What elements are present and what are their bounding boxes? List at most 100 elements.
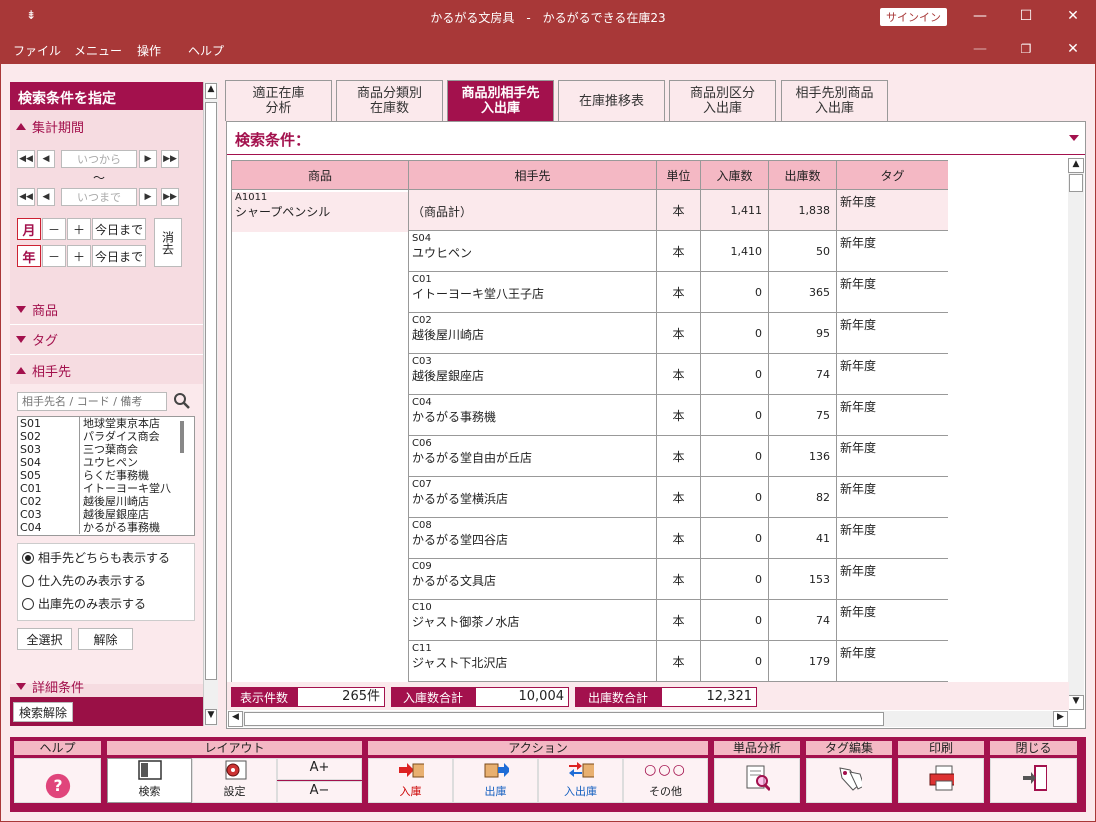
partner-list-item[interactable]: C02 越後屋川崎店 xyxy=(18,495,194,508)
search-clear-button[interactable]: 検索解除 xyxy=(13,702,73,722)
scroll-thumb[interactable] xyxy=(205,102,217,680)
to-first-button[interactable]: ◀◀ xyxy=(17,188,35,206)
scroll-up-icon[interactable]: ▲ xyxy=(1068,158,1084,173)
deselect-button[interactable]: 解除 xyxy=(78,628,133,650)
from-date-input[interactable]: いつから xyxy=(61,150,137,168)
product-section[interactable]: 商品 xyxy=(10,296,203,322)
help-button[interactable]: ? xyxy=(14,758,101,803)
col-header-partner[interactable]: 相手先 xyxy=(408,160,657,190)
menu-file[interactable]: ファイル xyxy=(13,42,61,59)
to-date-input[interactable]: いつまで xyxy=(61,188,137,206)
month-plus-button[interactable]: ＋ xyxy=(67,218,91,240)
radio-both[interactable]: 相手先どちらも表示する xyxy=(22,549,170,566)
stock-in-button[interactable]: 入庫 xyxy=(368,758,453,803)
grid-hscrollbar[interactable]: ◀ ▶ xyxy=(228,711,1068,727)
search-icon[interactable] xyxy=(173,392,191,414)
inner-restore-icon[interactable]: ❐ xyxy=(1003,34,1049,64)
dropdown-icon[interactable] xyxy=(1069,135,1079,141)
col-header-product[interactable]: 商品 xyxy=(231,160,409,190)
period-section[interactable]: 集計期間 xyxy=(10,113,203,139)
scroll-thumb[interactable] xyxy=(244,712,884,726)
tab-stock-trend[interactable]: 在庫推移表 xyxy=(558,80,665,121)
radio-customer-only[interactable]: 出庫先のみ表示する xyxy=(22,595,146,612)
partner-cell[interactable]: （商品計） xyxy=(408,189,657,231)
from-first-button[interactable]: ◀◀ xyxy=(17,150,35,168)
partner-cell[interactable]: C01 イトーヨーキ堂八王子店 xyxy=(408,271,657,313)
tab-product-partner[interactable]: 商品別相手先 入出庫 xyxy=(447,80,554,121)
product-cell[interactable]: A1011 シャープペンシル xyxy=(231,189,409,682)
inner-close-icon[interactable]: ✕ xyxy=(1050,34,1096,64)
to-prev-button[interactable]: ◀ xyxy=(37,188,55,206)
month-minus-button[interactable]: － xyxy=(42,218,66,240)
from-next-button[interactable]: ▶ xyxy=(139,150,157,168)
tag-section[interactable]: タグ xyxy=(10,326,203,352)
scroll-down-icon[interactable]: ▼ xyxy=(1068,695,1084,710)
left-scrollbar[interactable]: ▲ ▼ xyxy=(203,82,218,726)
close-button[interactable] xyxy=(990,758,1077,803)
font-size-up-button[interactable]: A+ xyxy=(277,758,362,780)
detail-section[interactable]: 詳細条件 xyxy=(10,675,203,697)
partner-list-item[interactable]: S04 ユウヒペン xyxy=(18,456,194,469)
partner-cell[interactable]: C09 かるがる文具店 xyxy=(408,558,657,600)
partner-section[interactable]: 相手先 xyxy=(10,357,203,383)
from-prev-button[interactable]: ◀ xyxy=(37,150,55,168)
partner-cell[interactable]: C02 越後屋川崎店 xyxy=(408,312,657,354)
scroll-up-icon[interactable]: ▲ xyxy=(205,83,217,99)
partner-cell[interactable]: C03 越後屋銀座店 xyxy=(408,353,657,395)
partner-cell[interactable]: C10 ジャスト御茶ノ水店 xyxy=(408,599,657,641)
partner-cell[interactable]: C11 ジャスト下北沢店 xyxy=(408,640,657,682)
print-button[interactable] xyxy=(898,758,984,803)
partner-list-item[interactable]: C03 越後屋銀座店 xyxy=(18,508,194,521)
menu-operation[interactable]: 操作 xyxy=(137,42,161,59)
minimize-icon[interactable]: — xyxy=(957,0,1003,32)
radio-supplier-only[interactable]: 仕入先のみ表示する xyxy=(22,572,146,589)
partner-cell[interactable]: C07 かるがる堂横浜店 xyxy=(408,476,657,518)
partner-list-item[interactable]: C01 イトーヨーキ堂八 xyxy=(18,482,194,495)
partner-list-item[interactable]: C04 かるがる事務機 xyxy=(18,521,194,534)
col-header-tag[interactable]: タグ xyxy=(836,160,948,190)
inner-minimize-icon[interactable]: — xyxy=(957,34,1003,64)
month-until-today-button[interactable]: 今日まで xyxy=(92,218,146,240)
menu-help[interactable]: ヘルプ xyxy=(188,42,224,59)
item-analysis-button[interactable] xyxy=(714,758,800,803)
year-until-today-button[interactable]: 今日まで xyxy=(92,245,146,267)
partner-list-item[interactable]: S02 パラダイス商会 xyxy=(18,430,194,443)
signin-button[interactable]: サインイン xyxy=(880,8,947,26)
settings-button[interactable]: 設定 xyxy=(192,758,277,803)
partner-cell[interactable]: C06 かるがる堂自由が丘店 xyxy=(408,435,657,477)
maximize-icon[interactable]: ☐ xyxy=(1003,0,1049,32)
tab-optimal-stock[interactable]: 適正在庫 分析 xyxy=(225,80,332,121)
tab-category-stock[interactable]: 商品分類別 在庫数 xyxy=(336,80,443,121)
partner-list-item[interactable]: S03 三つ葉商会 xyxy=(18,443,194,456)
partner-cell[interactable]: C04 かるがる事務機 xyxy=(408,394,657,436)
close-icon[interactable]: ✕ xyxy=(1050,0,1096,32)
scroll-right-icon[interactable]: ▶ xyxy=(1053,711,1068,727)
tab-product-type[interactable]: 商品別区分 入出庫 xyxy=(669,80,776,121)
search-layout-button[interactable]: 検索 xyxy=(107,758,192,803)
tag-edit-button[interactable] xyxy=(806,758,892,803)
year-plus-button[interactable]: ＋ xyxy=(67,245,91,267)
partner-list[interactable]: S01 地球堂東京本店 S02 パラダイス商会 S03 三つ葉商会 S04 ユウヒペン S05 ら… xyxy=(17,416,195,536)
menu-menu[interactable]: メニュー xyxy=(74,42,122,59)
partner-list-item[interactable]: S01 地球堂東京本店 xyxy=(18,417,194,430)
scroll-thumb[interactable] xyxy=(1069,174,1083,192)
search-condition-bar[interactable]: 検索条件： xyxy=(227,122,1085,155)
grid-vscrollbar[interactable]: ▲ ▼ xyxy=(1068,158,1084,710)
year-minus-button[interactable]: － xyxy=(42,245,66,267)
partner-list-item[interactable]: S05 らくだ事務機 xyxy=(18,469,194,482)
col-header-out[interactable]: 出庫数 xyxy=(768,160,837,190)
partner-cell[interactable]: S04 ユウヒペン xyxy=(408,230,657,272)
table-row[interactable]: A1011 シャープペンシル （商品計）本 1,411 1,838 新年度 xyxy=(231,189,948,682)
tab-partner-product[interactable]: 相手先別商品 入出庫 xyxy=(781,80,888,121)
other-button[interactable]: ○○○ その他 xyxy=(623,758,708,803)
col-header-in[interactable]: 入庫数 xyxy=(700,160,769,190)
partner-cell[interactable]: C08 かるがる堂四谷店 xyxy=(408,517,657,559)
from-last-button[interactable]: ▶▶ xyxy=(161,150,179,168)
scroll-down-icon[interactable]: ▼ xyxy=(205,709,217,725)
select-all-button[interactable]: 全選択 xyxy=(17,628,72,650)
to-last-button[interactable]: ▶▶ xyxy=(161,188,179,206)
partner-search-input[interactable] xyxy=(17,392,167,411)
col-header-unit[interactable]: 単位 xyxy=(656,160,701,190)
to-next-button[interactable]: ▶ xyxy=(139,188,157,206)
clear-period-button[interactable]: 消去 xyxy=(154,218,182,267)
